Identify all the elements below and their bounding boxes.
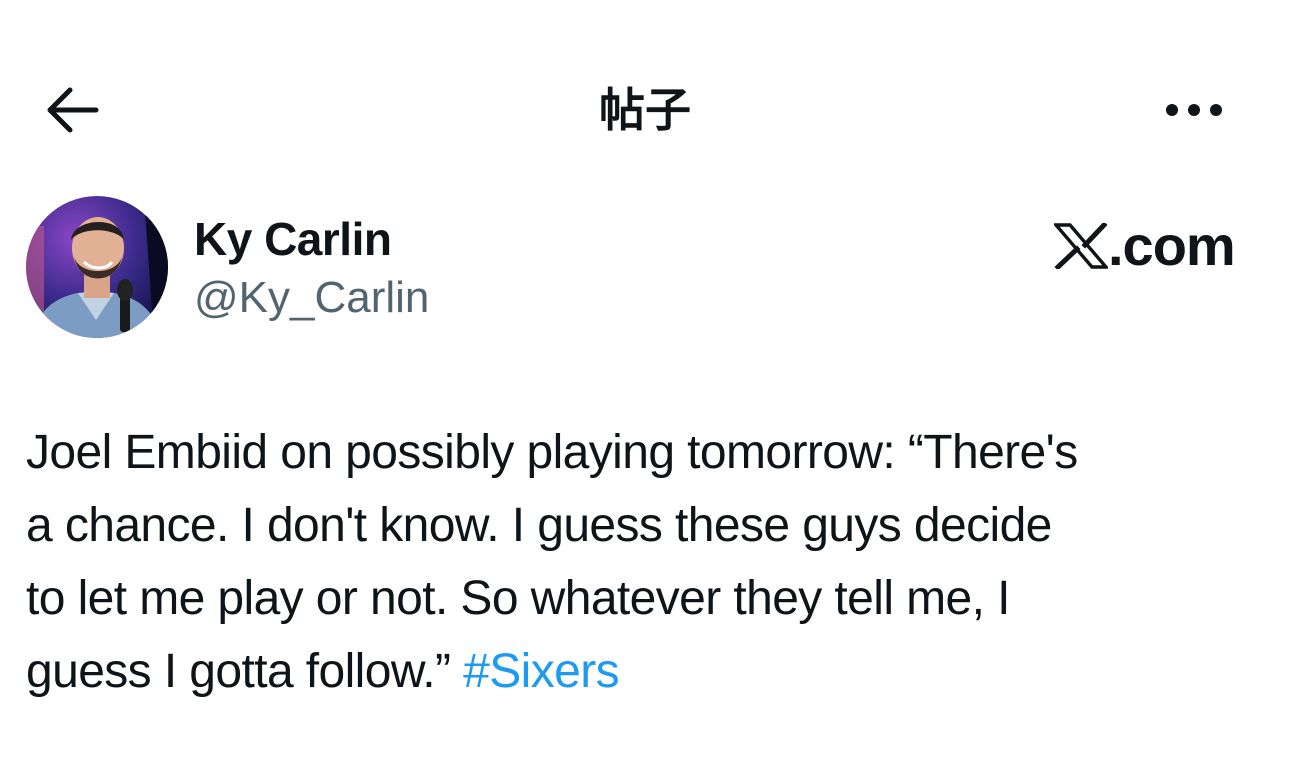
tweet-text-line-last: guess I gotta follow.” #Sixers	[26, 635, 1266, 708]
tweet-text-line: Joel Embiid on possibly playing tomorrow…	[26, 426, 1078, 479]
x-logo-icon	[1054, 223, 1108, 269]
page-title: 帖子	[599, 83, 691, 137]
tweet-text-segment: guess I gotta follow.”	[26, 645, 464, 698]
tweet-text: Joel Embiid on possibly playing tomorrow…	[26, 416, 1266, 708]
tweet-text-line: to let me play or not. So whatever they …	[26, 572, 1010, 625]
tweet-author: Ky Carlin @Ky_Carlin .com	[26, 196, 1266, 346]
hashtag-link[interactable]: #Sixers	[463, 645, 619, 698]
x-com-domain-suffix: .com	[1108, 214, 1236, 277]
more-horizontal-icon	[1166, 104, 1222, 116]
x-com-logo[interactable]: .com	[1054, 214, 1266, 278]
avatar-image	[26, 196, 168, 338]
author-display-name[interactable]: Ky Carlin	[194, 212, 392, 266]
top-app-bar: 帖子	[0, 60, 1290, 160]
more-options-button[interactable]	[1150, 78, 1238, 142]
avatar[interactable]	[26, 196, 168, 338]
author-handle[interactable]: @Ky_Carlin	[194, 272, 429, 324]
tweet-text-line: a chance. I don't know. I guess these gu…	[26, 499, 1052, 552]
